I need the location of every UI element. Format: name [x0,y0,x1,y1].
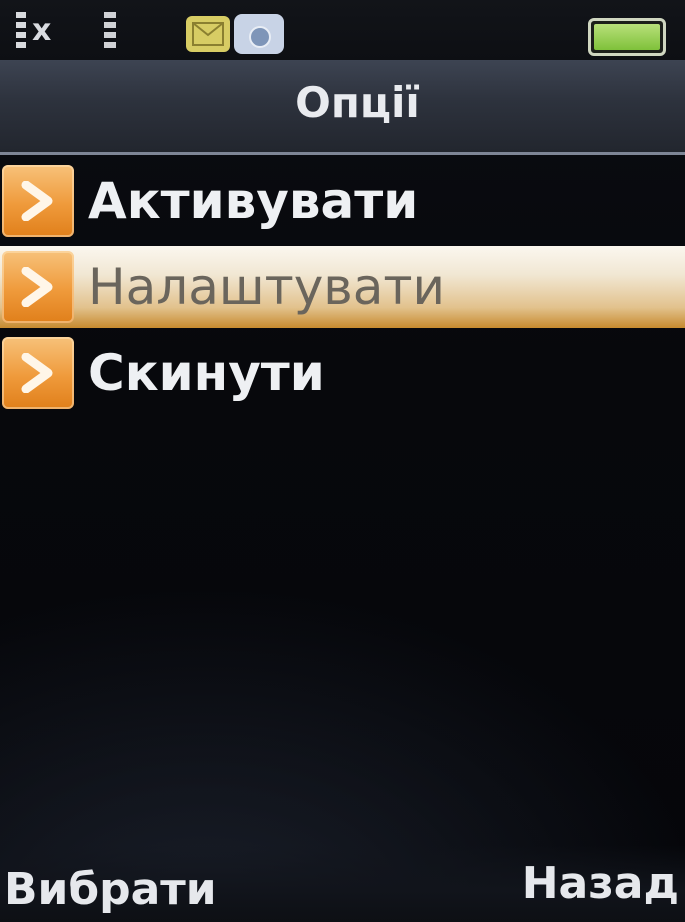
back-softkey[interactable]: Назад [522,857,679,911]
page-title: Опції [295,78,420,127]
chevron-right-icon [2,251,74,323]
menu-item-label: Налаштувати [88,258,446,316]
menu-item-activate[interactable]: Активувати [0,160,685,242]
phone-screen: x Опції Активувати Налаштувати Скинути В… [0,0,685,922]
status-bar: x [0,0,685,60]
menu-item-configure[interactable]: Налаштувати [0,246,685,328]
chevron-right-icon [2,165,74,237]
data-icon [104,12,120,52]
battery-level-fill [594,24,660,50]
chevron-right-icon [2,337,74,409]
menu-item-label: Активувати [88,172,419,230]
menu-item-label: Скинути [88,344,325,402]
title-bar: Опції [0,60,685,155]
message-icon [186,16,230,52]
softkey-bar: Вибрати Назад [0,845,685,922]
options-menu: Активувати Налаштувати Скинути [0,160,685,418]
select-softkey[interactable]: Вибрати [4,863,217,917]
signal-no-service-icon: x [14,12,74,52]
battery-icon [588,18,666,56]
menu-item-reset[interactable]: Скинути [0,332,685,414]
settings-icon [234,14,284,54]
